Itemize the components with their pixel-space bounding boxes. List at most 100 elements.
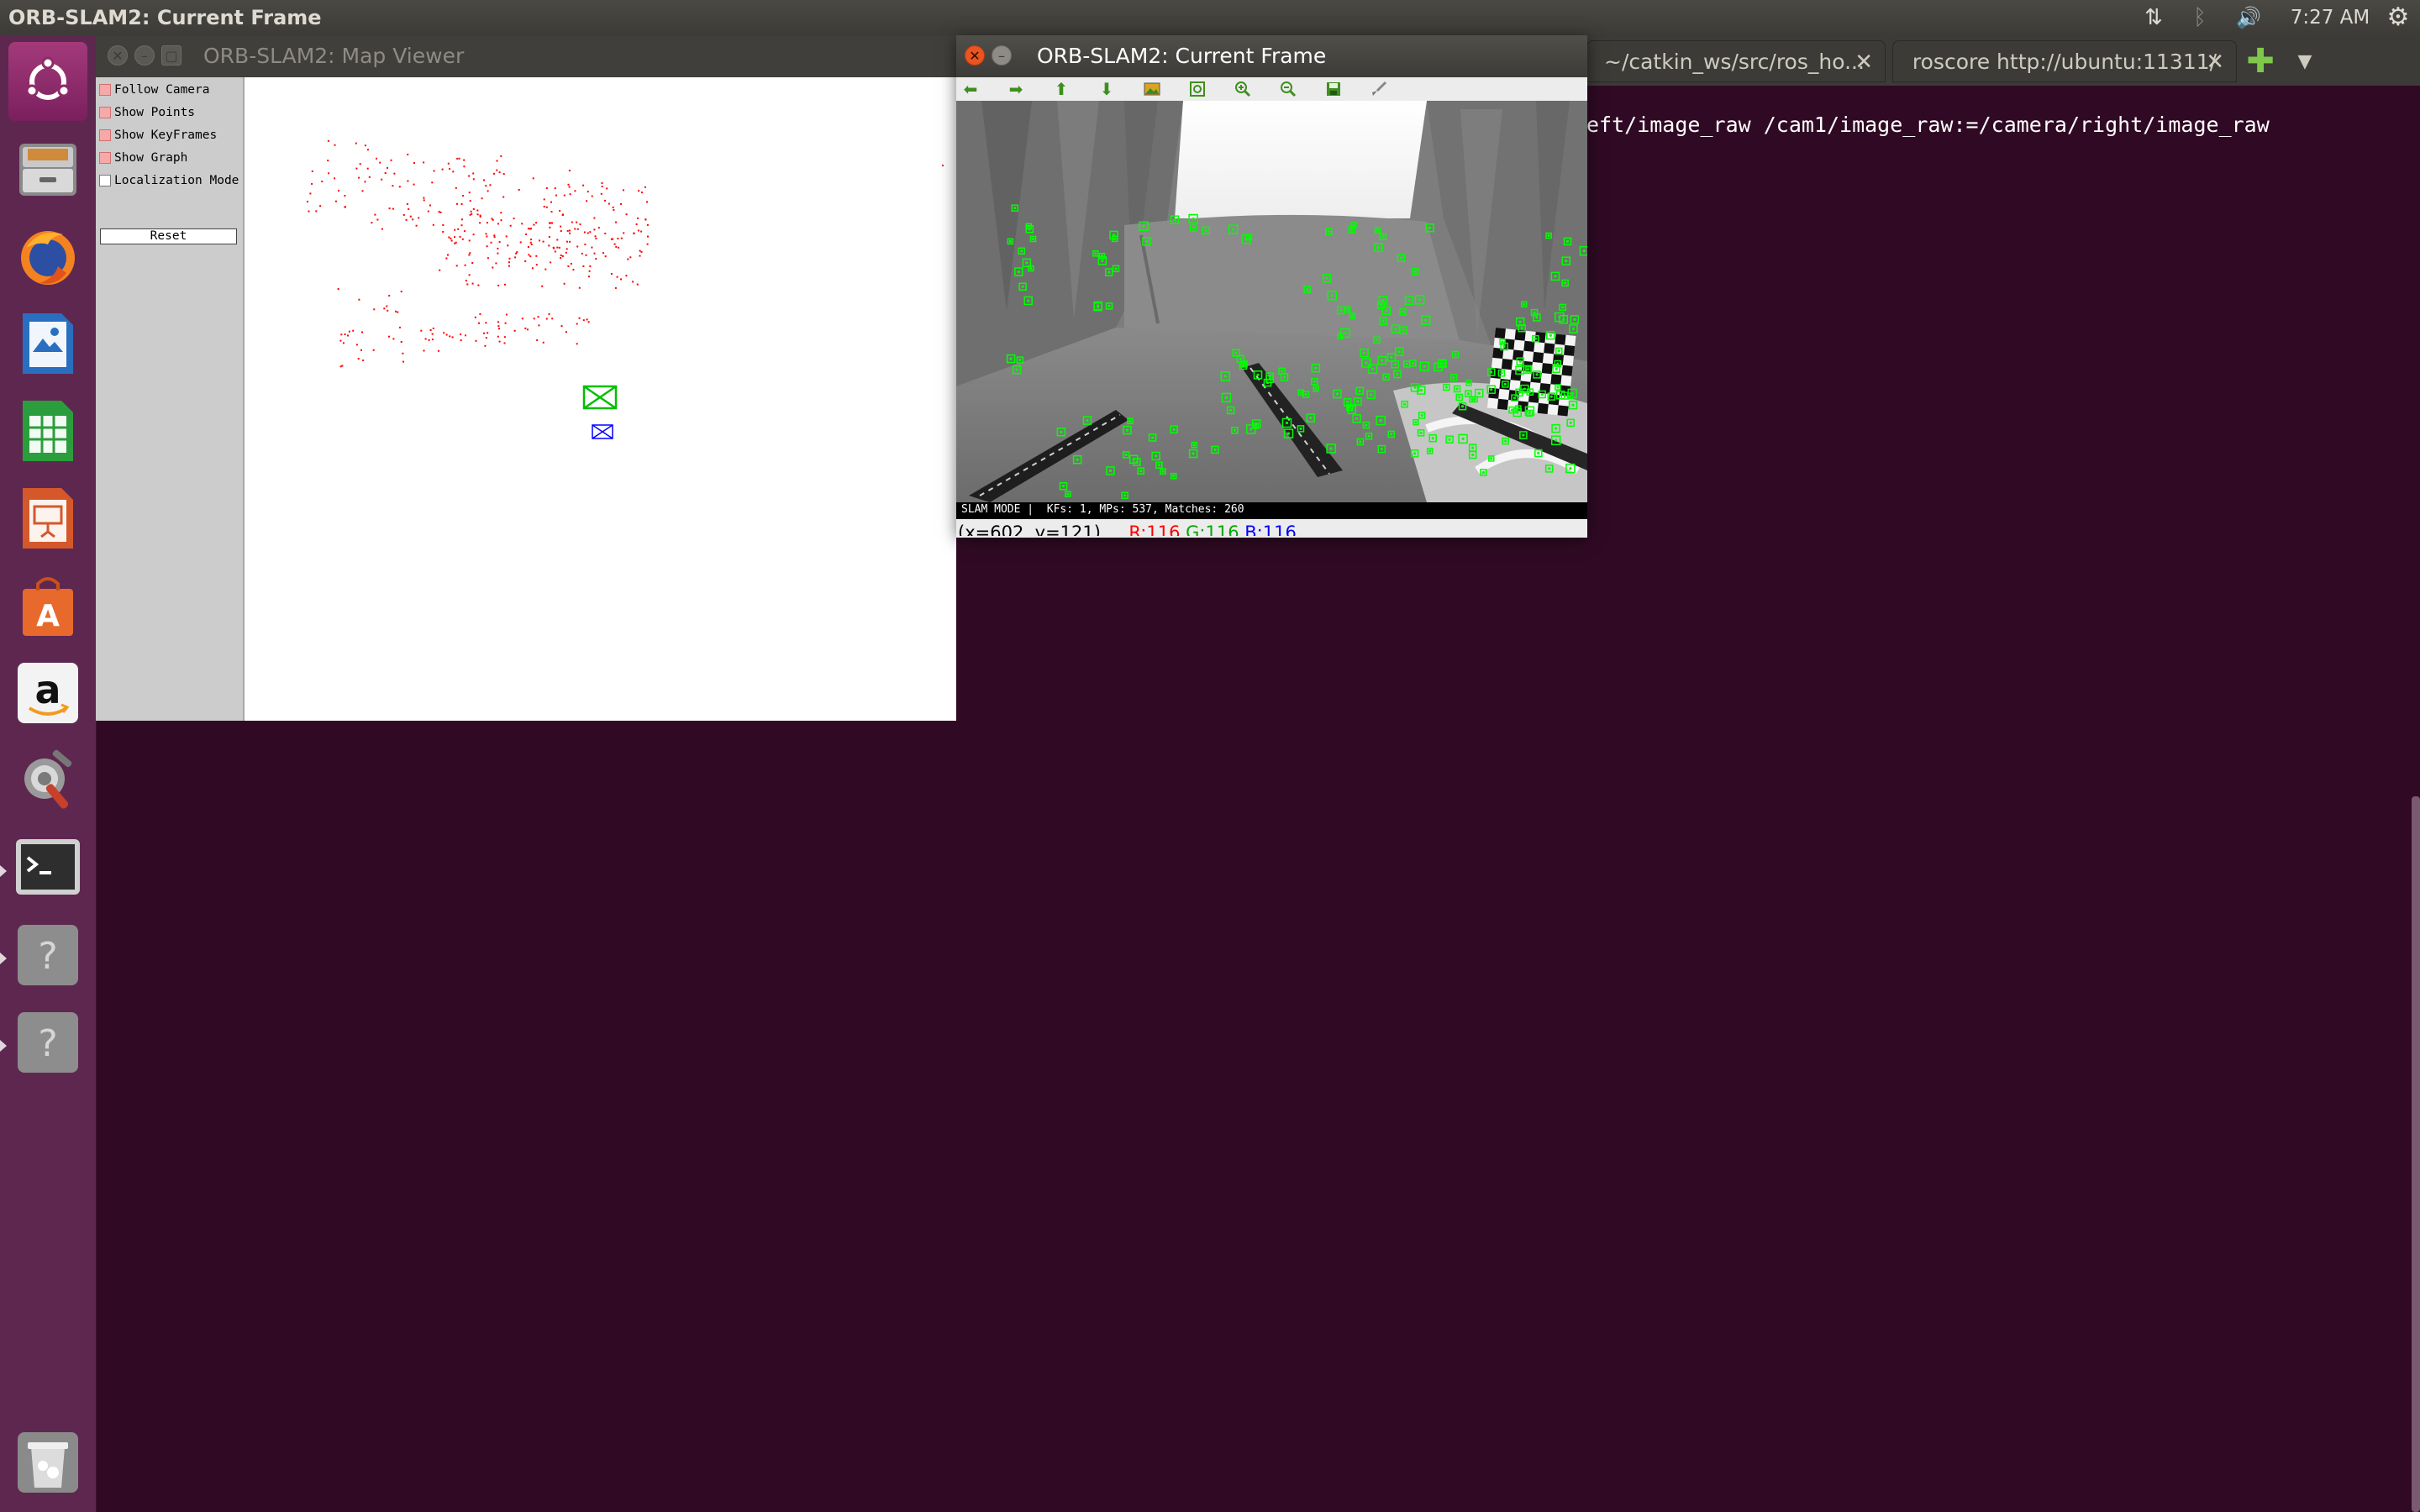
checkbox-checked[interactable] — [99, 84, 111, 96]
map-point — [615, 221, 617, 223]
arrow-down-icon[interactable]: ⬇ — [1097, 79, 1117, 99]
map-point — [447, 162, 450, 165]
localization-mode-checkbox[interactable]: Localization Mode — [99, 171, 239, 190]
map-point — [402, 360, 404, 363]
orb-feature-point — [1522, 433, 1525, 437]
pixel-blue-value: B:116 — [1244, 522, 1297, 536]
brush-icon[interactable] — [1369, 79, 1389, 99]
terminal-scrollbar[interactable] — [2412, 796, 2420, 1512]
active-window-title: ORB-SLAM2: Current Frame — [8, 6, 322, 29]
map-point — [441, 168, 444, 171]
orb-feature-point — [1021, 285, 1024, 288]
minimize-icon[interactable]: – — [992, 45, 1012, 66]
checkbox-checked[interactable] — [99, 107, 111, 118]
close-tab-icon[interactable]: ✕ — [1854, 41, 1873, 81]
map-point — [569, 240, 571, 243]
map-point — [639, 249, 641, 252]
tab-menu-chevron-down-icon[interactable]: ▼ — [2288, 42, 2322, 81]
trash-button[interactable] — [8, 1423, 87, 1502]
terminal-window[interactable]: ~/catkin_ws/src/ros_ho... ✕ roscore http… — [1586, 35, 2420, 1512]
orb-feature-point — [1025, 261, 1028, 265]
map-point — [633, 232, 635, 234]
orb-feature-point — [1155, 454, 1158, 458]
map-point — [339, 365, 342, 368]
orb-feature-point — [1403, 402, 1407, 406]
image-icon[interactable] — [1142, 79, 1162, 99]
new-tab-plus-icon[interactable]: ✚ — [2241, 42, 2280, 81]
map-3d-view[interactable] — [245, 77, 956, 721]
software-center-button[interactable]: A — [8, 566, 87, 645]
bluetooth-icon[interactable]: ᛒ — [2185, 0, 2215, 35]
orb-feature-point — [1549, 395, 1553, 398]
orb-feature-point — [1570, 391, 1574, 395]
checkbox-unchecked[interactable] — [99, 175, 111, 186]
map-point — [556, 239, 559, 241]
terminal-tab-catkin[interactable]: ~/catkin_ws/src/ros_ho... ✕ — [1586, 40, 1886, 82]
close-icon[interactable]: ✕ — [108, 45, 128, 66]
show-graph-checkbox[interactable]: Show Graph — [99, 149, 187, 167]
orb-feature-point — [1413, 270, 1417, 273]
arrow-up-icon[interactable]: ⬆ — [1051, 79, 1071, 99]
map-point — [594, 235, 597, 238]
map-point — [469, 252, 471, 255]
ubuntu-dash-button[interactable] — [8, 42, 87, 121]
maximize-icon[interactable]: ▢ — [161, 45, 182, 66]
follow-camera-checkbox[interactable]: Follow Camera — [99, 81, 210, 99]
orb-feature-point — [1535, 316, 1539, 319]
pixel-green-value: G:116 — [1186, 522, 1239, 536]
zoom-in-icon[interactable] — [1233, 79, 1253, 99]
system-menu-gear-icon[interactable]: ⚙ — [2381, 0, 2415, 35]
writer-button[interactable] — [8, 304, 87, 383]
orb-feature-point — [1013, 207, 1017, 210]
current-frame-titlebar[interactable]: ✕ – ORB-SLAM2: Current Frame — [956, 35, 1587, 77]
map-point — [388, 295, 391, 297]
orb-feature-point — [1565, 239, 1570, 243]
amazon-button[interactable]: a — [8, 654, 87, 732]
map-point — [639, 255, 641, 257]
zoom-out-icon[interactable] — [1278, 79, 1298, 99]
map-point — [505, 235, 508, 238]
save-icon[interactable] — [1323, 79, 1344, 99]
orb-feature-point — [1094, 252, 1097, 255]
close-icon[interactable]: ✕ — [965, 45, 985, 66]
arrow-right-icon[interactable]: ➡ — [1006, 79, 1026, 99]
arrow-left-icon[interactable]: ⬅ — [960, 79, 981, 99]
terminal-button[interactable] — [8, 828, 87, 907]
show-points-checkbox[interactable]: Show Points — [99, 103, 195, 122]
map-point — [565, 331, 567, 333]
running-indicator — [0, 953, 7, 964]
minimize-icon[interactable]: – — [134, 45, 155, 66]
network-icon[interactable]: ⇅ — [2139, 0, 2169, 35]
volume-icon[interactable]: 🔊 — [2230, 0, 2267, 35]
map-point — [647, 235, 649, 238]
map-point — [550, 211, 553, 213]
map-viewer-titlebar[interactable]: ✕ – ▢ ORB-SLAM2: Map Viewer — [96, 35, 956, 77]
map-point — [576, 228, 579, 230]
reset-button[interactable]: Reset — [100, 228, 237, 244]
orb-feature-point — [1428, 449, 1432, 453]
calc-button[interactable] — [8, 391, 87, 470]
map-point — [623, 232, 625, 234]
firefox-button[interactable] — [8, 217, 87, 296]
unknown-app-2-button[interactable]: ? — [8, 1003, 87, 1082]
map-point — [548, 312, 550, 315]
map-point — [306, 201, 308, 202]
checkbox-checked[interactable] — [99, 152, 111, 164]
checkerboard-square — [1528, 391, 1540, 403]
unknown-app-1-button[interactable]: ? — [8, 916, 87, 995]
map-point — [578, 286, 581, 289]
checkbox-checked[interactable] — [99, 129, 111, 141]
impress-button[interactable] — [8, 479, 87, 558]
map-point — [514, 256, 517, 259]
terminal-tab-roscore[interactable]: roscore http://ubuntu:11311/ ✕ — [1892, 40, 2237, 82]
files-button[interactable] — [8, 129, 87, 208]
zoom-fit-icon[interactable] — [1187, 79, 1207, 99]
clock[interactable]: 7:27 AM — [2284, 0, 2376, 35]
show-keyframes-checkbox[interactable]: Show KeyFrames — [99, 126, 217, 144]
orb-feature-point — [1234, 351, 1238, 354]
close-tab-icon[interactable]: ✕ — [2206, 41, 2224, 81]
camera-frame-image[interactable] — [956, 101, 1587, 538]
system-settings-button[interactable] — [8, 741, 87, 820]
orb-feature-point — [1569, 421, 1572, 424]
orb-feature-point — [1470, 398, 1474, 402]
